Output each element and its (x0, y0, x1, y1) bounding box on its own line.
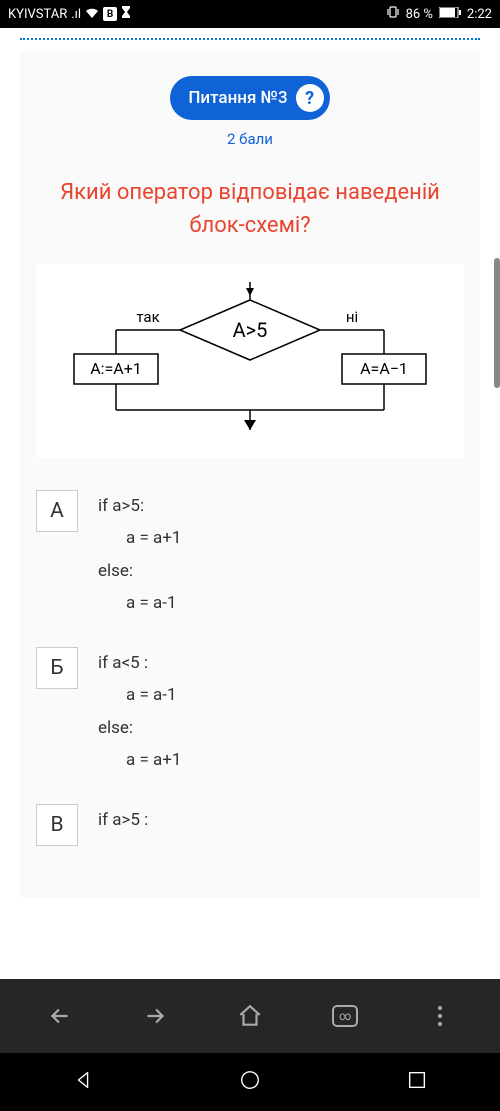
battery-icon (439, 7, 461, 22)
browser-toolbar: ∞ (0, 979, 500, 1053)
answer-letter: В (36, 804, 78, 846)
scrollbar-thumb[interactable] (494, 258, 500, 388)
nav-home-button[interactable] (239, 1069, 261, 1095)
wifi-icon (85, 7, 99, 22)
flowchart-yes-action: A:=A+1 (90, 359, 142, 378)
status-bar: KYIVSTAR .ıl B 86 % 2:22 (0, 0, 500, 28)
code-line: else: (98, 712, 181, 744)
flowchart-yes-label: так (136, 308, 159, 326)
question-card: Питання №3 ? 2 бали Який оператор відпов… (20, 52, 480, 898)
code-line: a = a+1 (98, 522, 181, 554)
answer-option[interactable]: Аif a>5:a = a+1else:a = a-1 (36, 490, 464, 619)
tabs-count: ∞ (339, 1009, 351, 1023)
answer-option[interactable]: Бif a<5 :a = a-1else:a = a+1 (36, 647, 464, 776)
question-text: Який оператор відповідає наведеній блок-… (36, 176, 464, 242)
menu-button[interactable] (410, 1006, 470, 1026)
carrier-label: KYIVSTAR (8, 7, 67, 22)
status-left: KYIVSTAR .ıl B (8, 6, 131, 22)
code-line: if a>5: (98, 490, 181, 522)
nav-recents-button[interactable] (406, 1069, 428, 1095)
vibrate-icon (386, 6, 400, 22)
flowchart-condition: A>5 (233, 318, 268, 342)
help-icon[interactable]: ? (296, 84, 324, 112)
answer-letter: А (36, 490, 78, 532)
forward-button[interactable] (125, 1003, 185, 1029)
answer-code: if a>5:a = a+1else:a = a-1 (98, 490, 181, 619)
code-line: a = a-1 (98, 679, 181, 711)
content-scroll[interactable]: Питання №3 ? 2 бали Який оператор відпов… (0, 28, 500, 979)
question-badge: Питання №3 ? (170, 76, 329, 120)
status-right: 86 % 2:22 (386, 6, 492, 22)
dots-icon (438, 1006, 442, 1026)
answer-option[interactable]: Вif a>5 : (36, 804, 464, 846)
code-line: if a>5 : (98, 804, 148, 836)
separator-line (20, 38, 480, 40)
system-nav-bar (0, 1053, 500, 1111)
nav-back-button[interactable] (72, 1069, 94, 1095)
question-number: Питання №3 (188, 88, 287, 108)
code-line: a = a+1 (98, 744, 181, 776)
tabs-button[interactable]: ∞ (315, 1005, 375, 1027)
back-button[interactable] (30, 1003, 90, 1029)
clock-time: 2:22 (467, 7, 492, 22)
signal-icon: .ıl (71, 7, 81, 22)
answer-code: if a<5 :a = a-1else:a = a+1 (98, 647, 181, 776)
flowchart-no-action: A=A−1 (360, 359, 408, 378)
code-line: if a<5 : (98, 647, 181, 679)
b-badge-icon: B (103, 7, 117, 21)
code-line: else: (98, 555, 181, 587)
answer-letter: Б (36, 647, 78, 689)
battery-percent: 86 % (406, 7, 433, 22)
code-line: a = a-1 (98, 587, 181, 619)
home-button[interactable] (220, 1003, 280, 1029)
points-label: 2 бали (36, 130, 464, 148)
answer-code: if a>5 : (98, 804, 148, 836)
flowchart-no-label: ні (346, 308, 358, 326)
hourglass-icon (121, 6, 131, 22)
flowchart-image: A>5 так A:=A+1 ні A=A−1 (36, 264, 464, 458)
